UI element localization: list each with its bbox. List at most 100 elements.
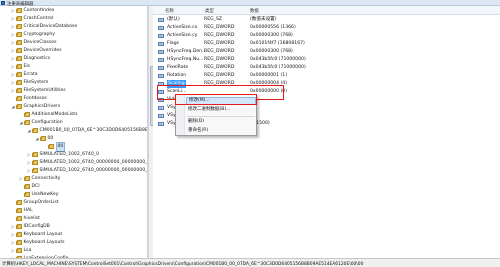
value-data: 0x00000556 (1366) [250,25,296,30]
expand-arrow-icon[interactable]: ▷ [11,247,15,255]
tree-item[interactable]: ▷ Keyboard Layout [11,231,62,239]
tree-item[interactable]: ◢ CM001B0_00_07DA_6E^30C3D0D6405156B8B09A [27,127,147,135]
tree-item[interactable]: ▷ CrashControl [11,15,53,23]
tree-item-label: CrashControl [23,16,54,21]
context-menu-item[interactable]: 修改(M)... [186,97,256,105]
tree-item[interactable]: ▷ Keyboard Layouts [11,239,65,247]
folder-icon [16,80,22,86]
expand-arrow-icon[interactable]: ▷ [27,167,31,175]
status-path: 计算机\HKEY_LOCAL_MACHINE\SYSTEM\ControlSet… [2,261,364,267]
expand-arrow-icon[interactable]: ▷ [11,71,15,79]
binary-value-icon [158,65,164,73]
expand-arrow-icon[interactable]: ▷ [11,47,15,55]
binary-value-icon [158,113,164,121]
column-header-name[interactable]: 名称 [165,8,174,14]
expand-arrow-icon[interactable]: ▷ [11,63,15,71]
column-header-type[interactable]: 类型 [205,8,214,14]
tree-item[interactable]: ▷ Connectivity [19,175,60,183]
tree-item-label: FileSystem [23,80,49,85]
expand-arrow-icon[interactable]: ▷ [11,79,15,87]
value-row[interactable]: Rotation REG_DWORD 0x00000001 (1) [153,72,500,81]
tree-item[interactable]: ◢ 00 [35,135,53,143]
value-row[interactable]: PixelRate REG_DWORD 0x043b5fc0 (71000000) [153,64,500,73]
tree-item[interactable]: ▷ DeviceOverrides [11,47,61,55]
value-row[interactable]: HSyncFreq.Den...REG_DWORD 0x00000300 (768… [153,48,500,57]
folder-icon [32,160,38,166]
value-row[interactable]: ActiveSize.cy REG_DWORD 0x00000300 (768) [153,32,500,41]
context-menu[interactable]: 修改(M)... 修改二进制数据(B)... 删除(D) 重命名(R) [175,94,257,136]
tree-item-label: AdditionalModeLists [31,112,78,117]
expand-arrow-icon[interactable]: ▷ [11,87,15,95]
expand-arrow-icon[interactable]: ▷ [27,159,31,167]
expand-arrow-icon[interactable]: ▷ [11,15,15,23]
tree-item[interactable]: UseNewKey [19,191,58,199]
tree-item[interactable]: ▷ Lsa [11,247,31,255]
binary-value-icon [158,41,164,49]
tree-item[interactable]: AdditionalModeLists [19,111,78,119]
tree-item[interactable]: ▷ FileSystemUtilities [11,87,66,95]
value-row[interactable]: (默认) REG_SZ (数值未设置) [153,16,500,25]
tree-item[interactable]: ▷ CriticalDeviceDatabase [11,23,77,31]
value-row[interactable]: Flags REG_DWORD 0x0101f4f7 (16808167) [153,40,500,49]
context-menu-item[interactable]: 删除(D) [186,118,256,126]
collapse-arrow-icon[interactable]: ◢ [19,119,23,127]
tree-item[interactable]: ◢ GraphicsDrivers [11,103,60,111]
tree-item[interactable]: ▷ Els [11,63,30,71]
tree-item-label: UseNewKey [31,192,59,197]
tree-item[interactable]: ▷ SIMULATED_1002_6740_00000000_00000000_1… [27,159,147,167]
tree-item-label: CriticalDeviceDatabase [23,24,78,29]
expand-arrow-icon[interactable]: ▷ [11,239,15,247]
expand-arrow-icon[interactable]: ▷ [11,23,15,31]
expand-arrow-icon[interactable]: ▷ [11,39,15,47]
value-row[interactable]: ActiveSize.cx REG_DWORD 0x00000556 (1366) [153,24,500,33]
value-row[interactable]: Scaling REG_DWORD 0x00000004 (4) [153,80,500,89]
context-menu-item[interactable]: 修改二进制数据(B)... [186,106,256,114]
tree-item[interactable]: ▷ FileSystem [11,79,48,87]
folder-icon [40,136,46,142]
tree-item-label: 00 [47,136,54,141]
tree-item[interactable]: ▷ SIMULATED_1002_6740_00000000_00000000_1… [27,167,147,175]
tree-item[interactable]: Fontdosos [11,95,47,103]
tree-item[interactable]: ▷ ContentIndex [11,7,54,15]
tree-item[interactable]: ▷ IDConfigDB [11,223,50,231]
registry-tree-pane[interactable]: ▷ ContentIndex ▷ CrashControl ▷ CriticalDevic… [0,6,148,258]
tree-item-label: Keyboard Layouts [23,240,65,245]
binary-value-icon [158,105,164,113]
expand-arrow-icon[interactable]: ▷ [27,151,31,159]
tree-item[interactable]: HAL [11,207,33,215]
tree-item[interactable]: ▷ Cryptography [11,31,55,39]
value-type: REG_DWORD [204,33,235,38]
expand-arrow-icon[interactable]: ▷ [11,31,15,39]
tree-item[interactable]: GroupOrderList [11,199,59,207]
collapse-arrow-icon[interactable]: ◢ [11,103,15,111]
value-row[interactable]: HSyncFreq.Nu...REG_DWORD 0x043b5fc0 (7100… [153,56,500,65]
tree-item-label: Fontdosos [23,96,47,101]
tree-item[interactable]: ◢ Configuration [19,119,63,127]
expand-arrow-icon[interactable]: ▷ [19,175,23,183]
column-header-data[interactable]: 数据 [250,8,259,14]
folder-icon [24,192,30,198]
tree-item[interactable]: ▷ DeviceClasses [11,39,57,47]
expand-arrow-icon[interactable]: ▷ [11,231,15,239]
expand-arrow-icon[interactable]: ▷ [11,7,15,15]
collapse-arrow-icon[interactable]: ◢ [27,127,31,135]
value-data: (数值未设置) [250,17,277,22]
expand-arrow-icon[interactable]: ▷ [11,55,15,63]
tree-item-label: GroupOrderList [23,200,59,205]
expand-arrow-icon[interactable]: ▷ [11,223,15,231]
folder-icon [16,88,22,94]
folder-icon [24,184,30,190]
status-bar: 计算机\HKEY_LOCAL_MACHINE\SYSTEM\ControlSet… [0,258,500,267]
folder-icon [24,120,30,126]
folder-icon [16,224,22,230]
tree-item[interactable]: hivelist [11,215,40,223]
collapse-arrow-icon[interactable]: ◢ [35,135,39,143]
tree-item[interactable]: 00 [43,142,66,152]
context-menu-item[interactable]: 重命名(R) [186,127,256,135]
tree-item[interactable]: ▷ SIMULATED_1002_6740_0 [27,151,99,159]
tree-item[interactable]: ▷ Diagnostics [11,55,50,63]
binary-value-icon [158,33,164,41]
tree-item[interactable]: ▷ Errata [11,71,38,79]
tree-item[interactable]: DCI [19,183,40,191]
folder-icon [16,208,22,214]
